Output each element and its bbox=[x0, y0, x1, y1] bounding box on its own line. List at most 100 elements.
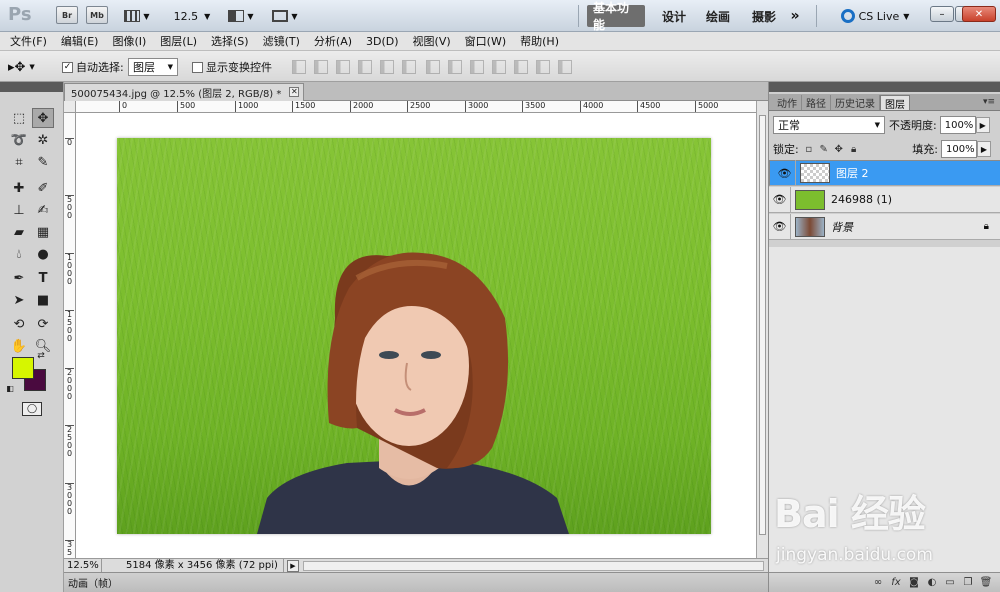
tab-layers[interactable]: 图层 bbox=[880, 95, 910, 111]
align-hcenter-icon[interactable] bbox=[380, 60, 394, 74]
foreground-color-swatch[interactable] bbox=[12, 357, 34, 379]
eraser-tool-icon[interactable]: ▰ bbox=[8, 222, 30, 242]
3d-orbit-tool-icon[interactable]: ⟳ bbox=[32, 314, 54, 334]
animation-panel-label[interactable]: 动画（帧） bbox=[68, 575, 118, 590]
opacity-slider-arrow-icon[interactable]: ▶ bbox=[975, 117, 990, 133]
move-tool-icon[interactable]: ✥ bbox=[32, 108, 54, 128]
adjustment-layer-icon[interactable]: ◐ bbox=[923, 577, 941, 588]
distribute-vcenter-icon[interactable] bbox=[448, 60, 462, 74]
workspace-essentials[interactable]: 基本功能 bbox=[587, 1, 645, 32]
layer-row[interactable]: 👁︎ 246988 (1) bbox=[769, 186, 1000, 213]
distribute-right-icon[interactable] bbox=[536, 60, 550, 74]
cs-live-button[interactable]: CS Live ▼ bbox=[828, 6, 922, 26]
new-group-icon[interactable]: ▭ bbox=[941, 577, 959, 588]
shape-tool-icon[interactable]: ■ bbox=[32, 290, 54, 310]
lock-position-icon[interactable]: ✥ bbox=[833, 143, 845, 155]
menu-layer[interactable]: 图层(L) bbox=[160, 33, 197, 49]
auto-select-checkbox[interactable]: ✓ bbox=[62, 61, 73, 73]
auto-select-target-dropdown[interactable]: 图层 ▼ bbox=[128, 58, 178, 76]
tool-preset-picker[interactable]: ▸✥ ▼ bbox=[8, 58, 52, 76]
menu-analysis[interactable]: 分析(A) bbox=[314, 33, 352, 49]
pen-tool-icon[interactable]: ✒ bbox=[8, 268, 30, 288]
tab-paths[interactable]: 路径 bbox=[802, 95, 831, 110]
eyedropper-tool-icon[interactable]: ✎ bbox=[32, 152, 54, 172]
layer-style-icon[interactable]: fx bbox=[887, 577, 905, 588]
visibility-eye-icon[interactable]: 👁︎ bbox=[774, 160, 796, 186]
view-extras-button[interactable]: ▼ bbox=[120, 6, 154, 26]
vertical-scrollbar[interactable] bbox=[756, 101, 768, 558]
ruler-origin[interactable] bbox=[64, 101, 76, 113]
panel-menu-icon[interactable]: ▾≡ bbox=[983, 95, 995, 110]
visibility-eye-icon[interactable]: 👁︎ bbox=[769, 186, 791, 213]
magic-wand-tool-icon[interactable]: ✲ bbox=[32, 130, 54, 150]
menu-window[interactable]: 窗口(W) bbox=[465, 33, 506, 49]
distribute-top-icon[interactable] bbox=[426, 60, 440, 74]
arrange-documents-button[interactable]: ▼ bbox=[224, 6, 258, 26]
brush-tool-icon[interactable]: ✐ bbox=[32, 178, 54, 198]
workspace-photography[interactable]: 摄影 bbox=[744, 6, 784, 26]
document-tab[interactable]: 500075434.jpg @ 12.5% (图层 2, RGB/8) * ✕ bbox=[64, 83, 305, 101]
status-menu-arrow-icon[interactable]: ▶ bbox=[287, 559, 299, 572]
menu-edit[interactable]: 编辑(E) bbox=[61, 33, 99, 49]
dodge-tool-icon[interactable]: ● bbox=[32, 244, 54, 264]
status-zoom-field[interactable]: 12.5% bbox=[64, 558, 102, 573]
type-tool-icon[interactable]: T bbox=[32, 268, 54, 288]
new-layer-icon[interactable]: ❐ bbox=[959, 577, 977, 588]
workspace-design[interactable]: 设计 bbox=[654, 6, 694, 26]
lock-transparency-icon[interactable]: ▫ bbox=[803, 143, 815, 155]
tab-actions[interactable]: 动作 bbox=[773, 95, 802, 110]
align-vcenter-icon[interactable] bbox=[314, 60, 328, 74]
fill-input[interactable]: 100% bbox=[941, 140, 977, 158]
delete-layer-icon[interactable]: 🗑︎ bbox=[977, 577, 995, 588]
link-layers-icon[interactable]: ∞ bbox=[869, 577, 887, 588]
vertical-ruler[interactable]: 0 5 0 0 1 0 0 0 1 5 0 0 2 0 0 0 2 5 0 0 … bbox=[64, 113, 76, 558]
menu-image[interactable]: 图像(I) bbox=[112, 33, 146, 49]
horizontal-scrollbar[interactable] bbox=[303, 560, 764, 571]
close-button[interactable]: ✕ bbox=[962, 6, 996, 22]
distribute-bottom-icon[interactable] bbox=[470, 60, 484, 74]
default-colors-icon[interactable]: ◧ bbox=[4, 382, 16, 394]
fill-slider-arrow-icon[interactable]: ▶ bbox=[977, 141, 991, 157]
lock-all-icon[interactable]: 🔒︎ bbox=[848, 143, 860, 155]
minimize-button[interactable]: – bbox=[930, 6, 954, 22]
bridge-button[interactable]: Br bbox=[56, 6, 78, 24]
layer-row[interactable]: 👁︎ 图层 2 bbox=[769, 160, 1000, 186]
blend-mode-dropdown[interactable]: 正常 ▼ bbox=[773, 116, 885, 134]
minibridge-button[interactable]: Mb bbox=[86, 6, 108, 24]
clone-stamp-tool-icon[interactable]: ⊥ bbox=[8, 200, 30, 220]
3d-rotate-tool-icon[interactable]: ⟲ bbox=[8, 314, 30, 334]
lasso-tool-icon[interactable]: ➰ bbox=[8, 130, 30, 150]
horizontal-ruler[interactable]: 0 500 1000 1500 2000 2500 3000 3500 4000… bbox=[76, 101, 756, 113]
menu-view[interactable]: 视图(V) bbox=[413, 33, 451, 49]
workspace-painting[interactable]: 绘画 bbox=[698, 6, 738, 26]
distribute-hcenter-icon[interactable] bbox=[514, 60, 528, 74]
align-top-icon[interactable] bbox=[292, 60, 306, 74]
more-workspaces-button[interactable]: » bbox=[786, 6, 804, 26]
menu-file[interactable]: 文件(F) bbox=[10, 33, 47, 49]
layer-row[interactable]: 👁︎ 背景 🔒︎ bbox=[769, 213, 1000, 240]
menu-3d[interactable]: 3D(D) bbox=[366, 35, 399, 48]
lock-image-icon[interactable]: ✎ bbox=[818, 143, 830, 155]
visibility-eye-icon[interactable]: 👁︎ bbox=[769, 213, 791, 240]
healing-brush-tool-icon[interactable]: ✚ bbox=[8, 178, 30, 198]
opacity-input[interactable]: 100% bbox=[939, 116, 976, 134]
layer-mask-icon[interactable]: ◙ bbox=[905, 577, 923, 588]
vertical-scrollbar-thumb[interactable] bbox=[759, 115, 766, 535]
swap-colors-icon[interactable]: ⇄ bbox=[34, 350, 48, 362]
document-tab-close-button[interactable]: ✕ bbox=[289, 87, 300, 97]
screen-mode-button[interactable]: ▼ bbox=[268, 6, 302, 26]
auto-select-option[interactable]: ✓ 自动选择: bbox=[62, 58, 124, 76]
align-bottom-icon[interactable] bbox=[336, 60, 350, 74]
menu-select[interactable]: 选择(S) bbox=[211, 33, 249, 49]
quick-mask-button[interactable]: ◯ bbox=[22, 402, 42, 416]
zoom-level-dropdown[interactable]: 12.5 ▼ bbox=[172, 6, 212, 26]
align-left-icon[interactable] bbox=[358, 60, 372, 74]
align-right-icon[interactable] bbox=[402, 60, 416, 74]
show-transform-option[interactable]: 显示变换控件 bbox=[192, 58, 272, 76]
menu-filter[interactable]: 滤镜(T) bbox=[263, 33, 300, 49]
show-transform-checkbox[interactable] bbox=[192, 61, 203, 73]
menu-help[interactable]: 帮助(H) bbox=[520, 33, 559, 49]
blur-tool-icon[interactable]: 💧︎ bbox=[8, 244, 30, 264]
canvas-image[interactable] bbox=[117, 138, 711, 534]
tab-history[interactable]: 历史记录 bbox=[831, 95, 880, 110]
